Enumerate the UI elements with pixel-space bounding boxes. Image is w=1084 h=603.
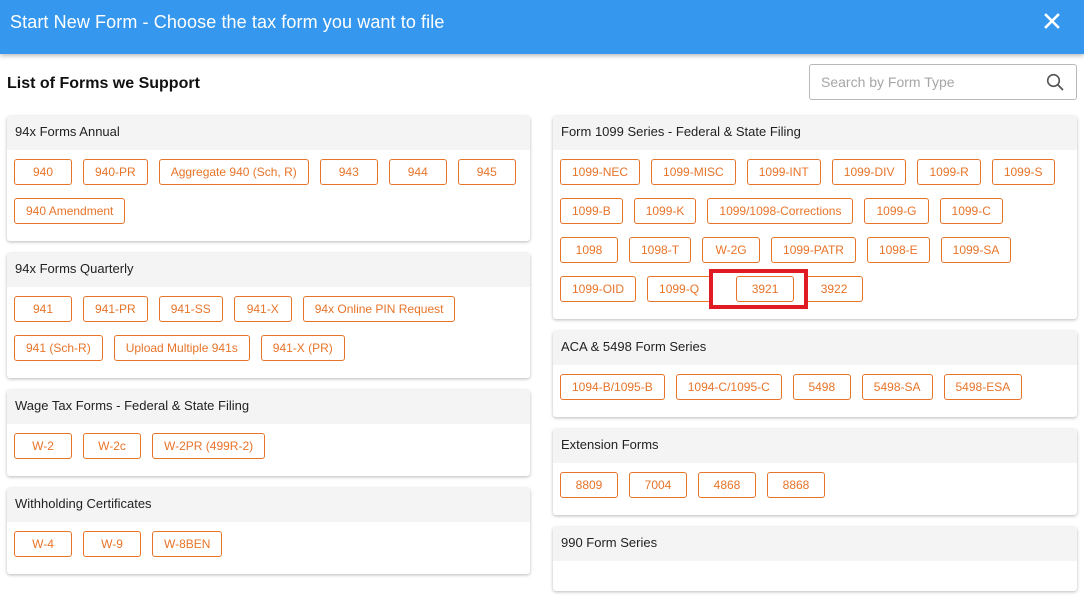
form-button-941-x-pr[interactable]: 941-X (PR): [260, 335, 345, 361]
highlighted-form-wrapper: 3921: [709, 269, 809, 315]
form-button-941-x[interactable]: 941-X: [233, 296, 292, 322]
form-section-wage-tax-forms-federal-state-filing: Wage Tax Forms - Federal & State Filing W…: [7, 390, 530, 476]
form-button-aggregate-940-sch-r[interactable]: Aggregate 940 (Sch, R): [158, 159, 309, 185]
form-section-94x-forms-quarterly: 94x Forms Quarterly 941 941-PR 941-SS 941-X 9…: [7, 253, 530, 378]
section-forms: W-4 W-9 W-8BEN: [7, 522, 530, 574]
search-input[interactable]: [810, 65, 1040, 99]
modal-header: Start New Form - Choose the tax form you…: [0, 0, 1084, 54]
section-title: Extension Forms: [553, 429, 1077, 463]
form-button-7004[interactable]: 7004: [629, 472, 687, 498]
close-button[interactable]: [1040, 9, 1064, 33]
form-button-944[interactable]: 944: [388, 159, 447, 185]
form-button-1099-1098-corrections[interactable]: 1099/1098-Corrections: [707, 198, 854, 224]
form-button-w-2g[interactable]: W-2G: [702, 237, 761, 263]
section-forms: 940 940-PR Aggregate 940 (Sch, R) 943 944 945…: [7, 150, 530, 241]
form-section-94x-forms-annual: 94x Forms Annual 940 940-PR Aggregate 940 (…: [7, 116, 530, 241]
form-button-1099-c[interactable]: 1099-C: [939, 198, 1003, 224]
form-button-4868[interactable]: 4868: [698, 472, 756, 498]
form-button-1099-q[interactable]: 1099-Q: [647, 276, 712, 302]
section-forms: 1094-B/1095-B 1094-C/1095-C 5498 5498-SA 549…: [553, 365, 1077, 417]
section-forms: 1099-NEC 1099-MISC 1099-INT 1099-DIV 1099-R 1…: [553, 150, 1077, 319]
form-button-940-amendment[interactable]: 940 Amendment: [14, 198, 126, 224]
form-button-3921[interactable]: 3921: [736, 276, 795, 302]
form-button-941-pr[interactable]: 941-PR: [83, 296, 148, 322]
close-icon: [1044, 13, 1060, 29]
form-button-940-pr[interactable]: 940-PR: [83, 159, 148, 185]
form-button-1098[interactable]: 1098: [560, 237, 618, 263]
form-button-1099-b[interactable]: 1099-B: [560, 198, 623, 224]
search-icon[interactable]: [1046, 73, 1064, 91]
form-button-w-2pr-499r-2[interactable]: W-2PR (499R-2): [152, 433, 266, 459]
section-title: Form 1099 Series - Federal & State Filin…: [553, 116, 1077, 150]
section-forms: W-2 W-2c W-2PR (499R-2): [7, 424, 530, 476]
form-button-5498[interactable]: 5498: [792, 374, 851, 400]
form-button-5498-esa[interactable]: 5498-ESA: [943, 374, 1023, 400]
left-column: 94x Forms Annual 940 940-PR Aggregate 940 (…: [7, 116, 530, 586]
form-button-1099-patr[interactable]: 1099-PATR: [771, 237, 856, 263]
form-button-8868[interactable]: 8868: [767, 472, 825, 498]
form-button-1099-r[interactable]: 1099-R: [917, 159, 981, 185]
modal-title: Start New Form - Choose the tax form you…: [10, 12, 445, 32]
form-button-940[interactable]: 940: [14, 159, 72, 185]
form-button-941[interactable]: 941: [14, 296, 72, 322]
form-button-1098-t[interactable]: 1098-T: [629, 237, 692, 263]
form-button-1099-oid[interactable]: 1099-OID: [560, 276, 637, 302]
section-title: 990 Form Series: [553, 527, 1077, 561]
form-button-w-4[interactable]: W-4: [14, 531, 72, 557]
form-button-945[interactable]: 945: [457, 159, 516, 185]
form-button-1094-c-1095-c[interactable]: 1094-C/1095-C: [675, 374, 782, 400]
section-title: 94x Forms Quarterly: [7, 253, 530, 287]
form-button-1099-misc[interactable]: 1099-MISC: [651, 159, 736, 185]
form-button-943[interactable]: 943: [319, 159, 378, 185]
form-button-5498-sa[interactable]: 5498-SA: [861, 374, 933, 400]
form-button-1094-b-1095-b[interactable]: 1094-B/1095-B: [560, 374, 665, 400]
section-title: Wage Tax Forms - Federal & State Filing: [7, 390, 530, 424]
forms-list-title: List of Forms we Support: [7, 75, 200, 92]
form-button-3922[interactable]: 3922: [805, 276, 864, 302]
section-forms: [553, 561, 1077, 591]
form-section-extension-forms: Extension Forms 8809 7004 4868 8868: [553, 429, 1077, 515]
form-button-1099-div[interactable]: 1099-DIV: [831, 159, 907, 185]
right-column: Form 1099 Series - Federal & State Filin…: [553, 116, 1077, 603]
form-button-w-8ben[interactable]: W-8BEN: [152, 531, 223, 557]
section-forms: 8809 7004 4868 8868: [553, 463, 1077, 515]
form-button-1099-s[interactable]: 1099-S: [991, 159, 1055, 185]
form-button-w-2c[interactable]: W-2c: [83, 433, 141, 459]
form-button-1099-g[interactable]: 1099-G: [864, 198, 929, 224]
form-section-withholding-certificates: Withholding Certificates W-4 W-9 W-8BEN: [7, 488, 530, 574]
section-title: 94x Forms Annual: [7, 116, 530, 150]
search-box: [809, 64, 1077, 100]
form-button-upload-multiple-941s[interactable]: Upload Multiple 941s: [113, 335, 250, 361]
form-button-1099-k[interactable]: 1099-K: [633, 198, 697, 224]
form-button-941-sch-r[interactable]: 941 (Sch-R): [14, 335, 103, 361]
form-button-94x-online-pin-request[interactable]: 94x Online PIN Request: [302, 296, 456, 322]
form-button-w-9[interactable]: W-9: [83, 531, 141, 557]
form-section-aca-5498-form-series: ACA & 5498 Form Series 1094-B/1095-B 1094-…: [553, 331, 1077, 417]
form-button-8809[interactable]: 8809: [560, 472, 618, 498]
form-button-1098-e[interactable]: 1098-E: [866, 237, 930, 263]
form-button-1099-int[interactable]: 1099-INT: [746, 159, 821, 185]
form-section-990-form-series: 990 Form Series: [553, 527, 1077, 591]
form-button-1099-nec[interactable]: 1099-NEC: [560, 159, 641, 185]
form-section-form-1099-series-federal-state-filing: Form 1099 Series - Federal & State Filin…: [553, 116, 1077, 319]
section-title: ACA & 5498 Form Series: [553, 331, 1077, 365]
section-title: Withholding Certificates: [7, 488, 530, 522]
form-button-941-ss[interactable]: 941-SS: [158, 296, 223, 322]
form-button-w-2[interactable]: W-2: [14, 433, 72, 459]
form-button-1099-sa[interactable]: 1099-SA: [940, 237, 1012, 263]
section-forms: 941 941-PR 941-SS 941-X 94x Online PIN Reque…: [7, 287, 530, 378]
